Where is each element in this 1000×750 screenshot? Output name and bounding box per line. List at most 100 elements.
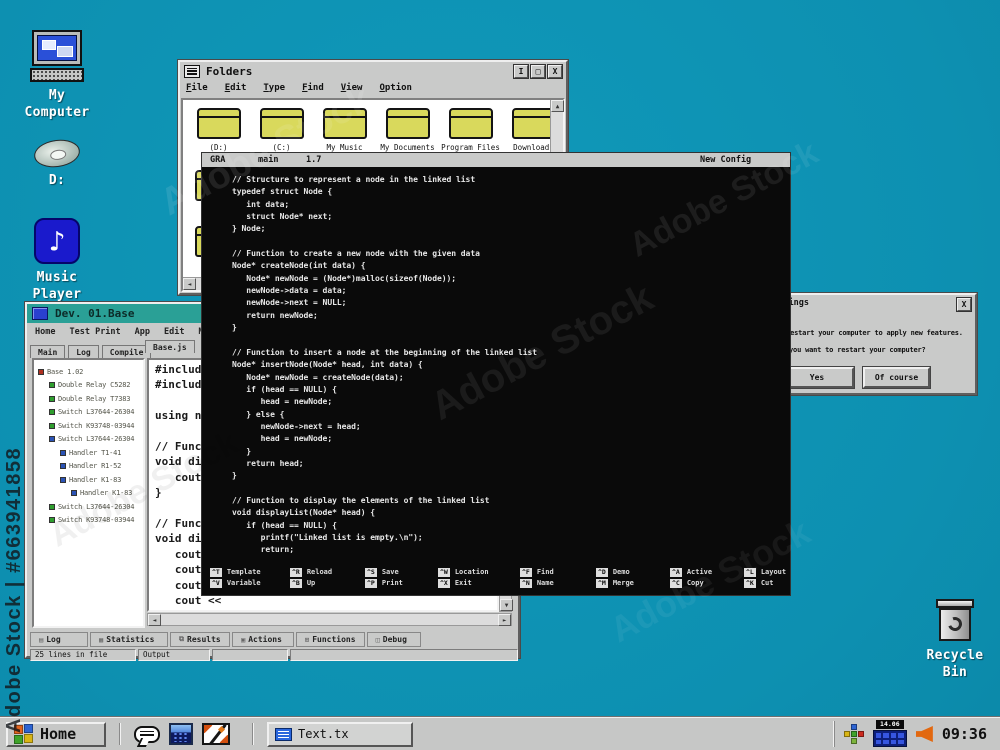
fkey-key[interactable]: ^K <box>744 578 756 588</box>
desktop-icon-music-player[interactable]: ♪ Music Player <box>19 218 95 304</box>
tree-item[interactable]: Handler T1-41 <box>34 446 143 460</box>
fkey-key[interactable]: ^M <box>596 578 608 588</box>
scroll-left-arrow[interactable]: ◄ <box>183 278 196 290</box>
scroll-down-arrow[interactable]: ▼ <box>500 599 513 611</box>
fkey-key[interactable]: ^P <box>365 578 377 588</box>
scroll-right-arrow[interactable]: ► <box>498 614 511 626</box>
network-tray-icon[interactable] <box>843 724 864 744</box>
bottom-tab-debug[interactable]: ◫ Debug <box>366 632 421 647</box>
menu-file[interactable]: File <box>186 83 208 93</box>
tab-main[interactable]: Main <box>30 345 66 358</box>
tree-item-label: Handler T1-41 <box>69 448 122 457</box>
fkey-key[interactable]: ^F <box>520 567 532 577</box>
tree-item[interactable]: Double Relay T7383 <box>34 392 143 406</box>
fkey-key[interactable]: ^R <box>290 567 302 577</box>
fkey-key[interactable]: ^C <box>670 578 682 588</box>
bottom-tab-statistics[interactable]: ▦ Statistics <box>90 632 168 647</box>
menu-edit[interactable]: Edit <box>225 83 247 93</box>
dialog-of-course-button[interactable]: Of course <box>863 367 930 388</box>
fkey-key[interactable]: ^N <box>520 578 532 588</box>
tree-item[interactable]: Switch L37644-26304 <box>34 406 143 420</box>
bottom-tab-results[interactable]: ⧉ Results <box>170 632 230 647</box>
tree-item[interactable]: Handler R1-52 <box>34 460 143 474</box>
tree-item[interactable]: Double Relay C5282 <box>34 379 143 393</box>
folder-label: My Documents <box>380 143 435 152</box>
desktop-icon-d-drive[interactable]: D: <box>19 136 95 190</box>
paint-icon[interactable] <box>202 723 230 745</box>
tab-compile[interactable]: Compile <box>101 345 152 358</box>
dev-horizontal-scrollbar[interactable]: ◄ ► <box>147 613 512 626</box>
folder-icon <box>322 108 367 139</box>
task-button-text-tx[interactable]: Text.tx <box>267 721 413 747</box>
tab-icon: ◫ <box>375 635 380 644</box>
speaker-icon[interactable] <box>915 726 933 742</box>
calculator-icon[interactable] <box>169 723 193 745</box>
fkey-key[interactable]: ^B <box>290 578 302 588</box>
bottom-tab-actions[interactable]: ▣ Actions <box>232 632 294 647</box>
folder-item[interactable]: My Music <box>313 108 376 152</box>
folders-system-menu-icon[interactable] <box>184 64 200 78</box>
fkey-key[interactable]: ^D <box>596 567 608 577</box>
fkey-key[interactable]: ^W <box>438 567 450 577</box>
fkey-label: Merge <box>612 579 634 587</box>
bottom-tab-functions[interactable]: ⊞ Functions <box>296 632 365 647</box>
terminal-window: GRA main 1.7 New Config // Structure to … <box>202 153 790 595</box>
dev-menu-home[interactable]: Home <box>35 327 55 337</box>
tree-item-label: Handler K1-83 <box>69 475 122 484</box>
minimize-button[interactable]: I <box>514 64 528 78</box>
menu-view[interactable]: View <box>341 83 363 93</box>
fkey-row: ^B Up <box>290 578 332 588</box>
tree-item[interactable]: Handler K1-83 <box>34 487 143 501</box>
close-button[interactable]: X <box>957 298 971 311</box>
tab-base-js[interactable]: Base.js <box>145 340 195 353</box>
tree-item[interactable]: Switch K93748-03944 <box>34 419 143 433</box>
dev-menu-app[interactable]: App <box>135 327 150 337</box>
menu-find[interactable]: Find <box>302 83 324 93</box>
fkey-label: Active <box>686 568 713 576</box>
tree-item[interactable]: Switch K93748-03944 <box>34 514 143 528</box>
folder-item[interactable]: My Documents <box>376 108 439 152</box>
fkey-label: Find <box>536 568 554 576</box>
tab-log[interactable]: Log <box>68 345 99 358</box>
maximize-button[interactable]: □ <box>531 64 545 78</box>
desktop-icon-label: D: <box>48 173 66 188</box>
dev-system-menu-icon[interactable] <box>32 307 48 320</box>
tree-node-icon <box>49 422 55 429</box>
desktop-icon-recycle-bin[interactable]: Recycle Bin <box>917 598 993 682</box>
tree-item[interactable]: Handler K1-83 <box>34 473 143 487</box>
fkey-key[interactable]: ^L <box>744 567 756 577</box>
menu-option[interactable]: Option <box>379 83 412 93</box>
terminal-keybar: ^T Template ^V Variable ^R Reload ^B Up ^S Save ^P… <box>202 567 790 589</box>
dev-menu-test-print[interactable]: Test Print <box>69 327 120 337</box>
tree-item[interactable]: Switch L37644-26304 <box>34 500 143 514</box>
folder-item[interactable]: (C:) <box>250 108 313 152</box>
fkey-key[interactable]: ^V <box>210 578 222 588</box>
home-button[interactable]: Home <box>6 721 106 747</box>
fkey-key[interactable]: ^X <box>438 578 450 588</box>
menu-type[interactable]: Type <box>263 83 285 93</box>
tree-item[interactable]: Switch L37644-26304 <box>34 433 143 447</box>
chat-icon[interactable] <box>134 725 160 743</box>
tree-item[interactable]: Base 1.02 <box>34 365 143 379</box>
taskbar: Home Text.tx 14.06 09:36 <box>0 718 1000 750</box>
folders-window-buttons: I □ X <box>514 64 562 78</box>
scroll-up-arrow[interactable]: ▲ <box>551 100 564 112</box>
folders-titlebar[interactable]: Folders I □ X <box>180 62 566 80</box>
folder-item[interactable]: Program Files <box>439 108 502 152</box>
home-button-label: Home <box>40 725 77 743</box>
folder-item[interactable]: (D:) <box>187 108 250 152</box>
bottom-tab-log[interactable]: ▤ Log <box>30 632 88 647</box>
terminal-header[interactable]: GRA main 1.7 New Config <box>202 153 790 167</box>
fkey-key[interactable]: ^A <box>670 567 682 577</box>
desktop-icon-my-computer[interactable]: My Computer <box>19 30 95 122</box>
fkey-key[interactable]: ^T <box>210 567 222 577</box>
scroll-left-arrow[interactable]: ◄ <box>148 614 161 626</box>
close-button[interactable]: X <box>548 64 562 78</box>
dialog-yes-button[interactable]: Yes <box>780 367 854 388</box>
desktop-icon-label: Music Player <box>32 270 82 302</box>
fkey-key[interactable]: ^S <box>365 567 377 577</box>
dev-menu-edit[interactable]: Edit <box>164 327 184 337</box>
folder-label: Program Files <box>441 143 500 152</box>
terminal-body[interactable]: // Structure to represent a node in the … <box>202 167 790 595</box>
calendar-tray-icon[interactable]: 14.06 <box>872 720 907 748</box>
